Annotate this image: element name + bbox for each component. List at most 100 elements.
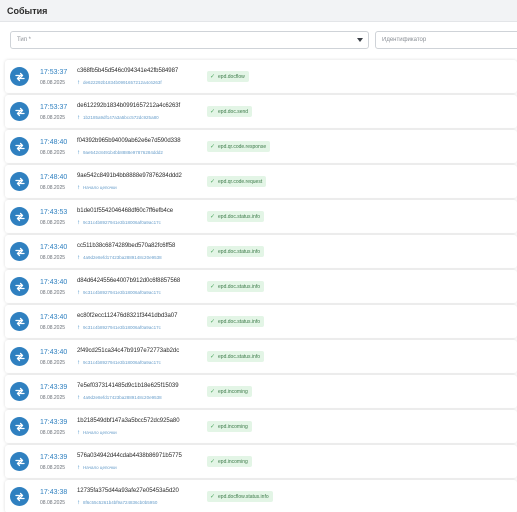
event-row[interactable]: 17:48:40 08.08.2025 f04392b965b94009ab62e6… (5, 130, 517, 163)
event-id: de612292b1834b0991657212a4c6263f (77, 103, 181, 109)
link-arrows-icon (10, 102, 29, 121)
type-select-placeholder: Тип * (17, 37, 32, 43)
check-icon: ✓ (210, 214, 216, 220)
link-arrows-icon (10, 452, 29, 471)
link-arrows-icon (10, 207, 29, 226)
event-row[interactable]: 17:43:38 08.08.2025 12735fa375d44a93afe27e… (5, 480, 517, 512)
chevron-down-icon[interactable] (357, 38, 363, 42)
parent-event-link[interactable]: ↑ 4a9d2e8efd17423ba2889148c20e9538 (77, 394, 162, 401)
event-row[interactable]: 17:43:39 08.08.2025 7e5ef0373141485d9c1b18… (5, 375, 517, 408)
event-type-tag: ✓ epd.docflow (207, 71, 249, 82)
parent-event-id: Начало цепочки (83, 185, 117, 190)
event-id: 9ae542c8491b4bb8888e97876284ddd2 (77, 173, 182, 179)
event-type-tag: ✓ epd.incoming (207, 421, 252, 432)
event-row[interactable]: 17:53:37 08.08.2025 c368fb5b45d546c094341e… (5, 60, 517, 93)
check-icon: ✓ (210, 179, 216, 185)
arrow-up-icon: ↑ (77, 114, 80, 121)
event-time[interactable]: 17:43:40 (40, 314, 67, 321)
parent-event-link[interactable]: ↑ 9c31c4b8927941e3b18006af0a9ac17c (77, 220, 161, 226)
event-date: 08.08.2025 (40, 255, 66, 261)
event-type-label: epd.doc.status.info (218, 353, 261, 360)
event-date: 08.08.2025 (40, 430, 66, 436)
event-id: cc511b38c6874289bed570a82fc6ff58 (77, 243, 176, 249)
event-row[interactable]: 17:43:40 08.08.2025 cc511b38c6874289bed570… (5, 235, 517, 268)
event-row[interactable]: 17:43:40 08.08.2025 ec80f2ecc112476d8321f3… (5, 305, 517, 338)
event-time[interactable]: 17:53:37 (40, 69, 67, 76)
event-type-tag: ✓ epd.qr.code.request (207, 176, 267, 187)
event-time[interactable]: 17:43:39 (40, 454, 67, 461)
event-time[interactable]: 17:48:40 (40, 139, 67, 146)
event-time[interactable]: 17:43:39 (40, 384, 67, 391)
event-id: 576a034942d44cdab4438b86971b5775 (77, 453, 182, 459)
event-id: f04392b965b94009ab62e6e7d590d338 (77, 138, 181, 144)
event-time[interactable]: 17:43:40 (40, 279, 67, 286)
parent-event-link[interactable]: ↑ 9c31c4b8927941e3b18006af0a9ac17c (77, 360, 161, 366)
event-type-tag: ✓ epd.doc.status.info (207, 351, 265, 362)
event-row[interactable]: 17:53:37 08.08.2025 de612292b1834b09916572… (5, 95, 517, 128)
parent-event-link[interactable]: ↑ 1b2185a9df147a3a5bcc572dc925a80 (77, 114, 159, 121)
event-id: 1b218549dbf147a3a5bcc572dc925a80 (77, 418, 180, 424)
event-list: 17:53:37 08.08.2025 c368fb5b45d546c094341e… (5, 60, 517, 512)
event-date: 08.08.2025 (40, 500, 66, 506)
check-icon: ✓ (210, 144, 216, 150)
arrow-up-icon: ↑ (77, 254, 80, 261)
event-row[interactable]: 17:43:40 08.08.2025 2f49cd251ca34c47b9197e… (5, 340, 517, 373)
event-type-label: epd.doc.status.info (218, 213, 261, 220)
link-arrows-icon (10, 277, 29, 296)
event-type-label: epd.doc.status.info (218, 248, 261, 255)
link-arrows-icon (10, 137, 29, 156)
link-arrows-icon (10, 417, 29, 436)
parent-event-link[interactable]: ↑ 4a9d2e8efd17423ba2889148c20e9538 (77, 254, 162, 261)
event-type-tag: ✓ epd.doc.send (207, 106, 253, 117)
event-id: c368fb5b45d546c094341e42fb584987 (77, 68, 179, 74)
check-icon: ✓ (210, 74, 216, 80)
event-type-tag: ✓ epd.incoming (207, 456, 252, 467)
parent-event-link[interactable]: ↑ 8f6c55c5261b4bf9a724836cb0b5950 (77, 500, 157, 506)
event-row[interactable]: 17:43:40 08.08.2025 d84d6424556e4007b912d0… (5, 270, 517, 303)
event-row[interactable]: 17:48:40 08.08.2025 9ae542c8491b4bb8888e97… (5, 165, 517, 198)
link-arrows-icon (10, 347, 29, 366)
event-type-tag: ✓ epd.doc.status.info (207, 281, 265, 292)
check-icon: ✓ (210, 319, 216, 325)
arrow-up-icon: ↑ (77, 79, 80, 86)
type-select[interactable]: Тип * (10, 31, 369, 49)
parent-event-id: 4a9d2e8efd17423ba2889148c20e9538 (83, 395, 162, 400)
parent-event-id: 9ae542c8491b4bb8888e97876284ddd2 (83, 150, 163, 155)
page-title: События (7, 5, 48, 16)
event-time[interactable]: 17:43:38 (40, 489, 67, 496)
parent-event-link[interactable]: ↑ 9ae542c8491b4bb8888e97876284ddd2 (77, 150, 163, 156)
event-type-label: epd.qr.code.request (218, 178, 263, 185)
parent-event-id: 9c31c4b8927941e3b18006af0a9ac17c (83, 290, 161, 295)
event-date: 08.08.2025 (40, 395, 66, 401)
event-id: 7e5ef0373141485d9c1b18e625f15039 (77, 383, 179, 389)
event-date: 08.08.2025 (40, 325, 66, 331)
parent-event-link[interactable]: ↑ Начало цепочки (77, 430, 117, 436)
parent-event-link[interactable]: ↑ 9c31c4b8927941e3b18006af0a9ac17c (77, 324, 161, 331)
event-row[interactable]: 17:43:39 08.08.2025 1b218549dbf147a3a5bcc5… (5, 410, 517, 443)
check-icon: ✓ (210, 424, 216, 430)
arrow-up-icon: ↑ (77, 184, 80, 191)
arrow-up-icon: ↑ (77, 324, 80, 331)
event-time[interactable]: 17:43:53 (40, 209, 67, 216)
event-id: ec80f2ecc112476d8321f3441dbd3a07 (77, 313, 178, 319)
event-id: b1de01f5542046468df60c7ff6efb4ce (77, 208, 174, 214)
arrow-up-icon: ↑ (77, 394, 80, 401)
event-time[interactable]: 17:43:40 (40, 349, 67, 356)
event-time[interactable]: 17:53:37 (40, 104, 67, 111)
event-row[interactable]: 17:43:53 08.08.2025 b1de01f5542046468df60c… (5, 200, 517, 233)
parent-event-link[interactable]: ↑ de622292b1834b0991657212a4c6263f (77, 79, 162, 86)
event-date: 08.08.2025 (40, 185, 66, 191)
parent-event-id: 9c31c4b8927941e3b18006af0a9ac17c (83, 220, 161, 225)
event-type-tag: ✓ epd.doc.status.info (207, 316, 265, 327)
event-row[interactable]: 17:43:39 08.08.2025 576a034942d44cdab4438b… (5, 445, 517, 478)
parent-event-link[interactable]: ↑ Начало цепочки (77, 465, 117, 471)
parent-event-link[interactable]: ↑ Начало цепочки (77, 184, 117, 191)
event-type-label: epd.doc.status.info (218, 283, 261, 290)
parent-event-link[interactable]: ↑ 9c31c4b8927941e3b18006af0a9ac17c (77, 290, 161, 296)
check-icon: ✓ (210, 494, 216, 500)
event-time[interactable]: 17:48:40 (40, 174, 67, 181)
event-time[interactable]: 17:43:40 (40, 244, 67, 251)
identifier-input[interactable] (375, 31, 517, 49)
link-arrows-icon (10, 172, 29, 191)
event-time[interactable]: 17:43:39 (40, 419, 67, 426)
